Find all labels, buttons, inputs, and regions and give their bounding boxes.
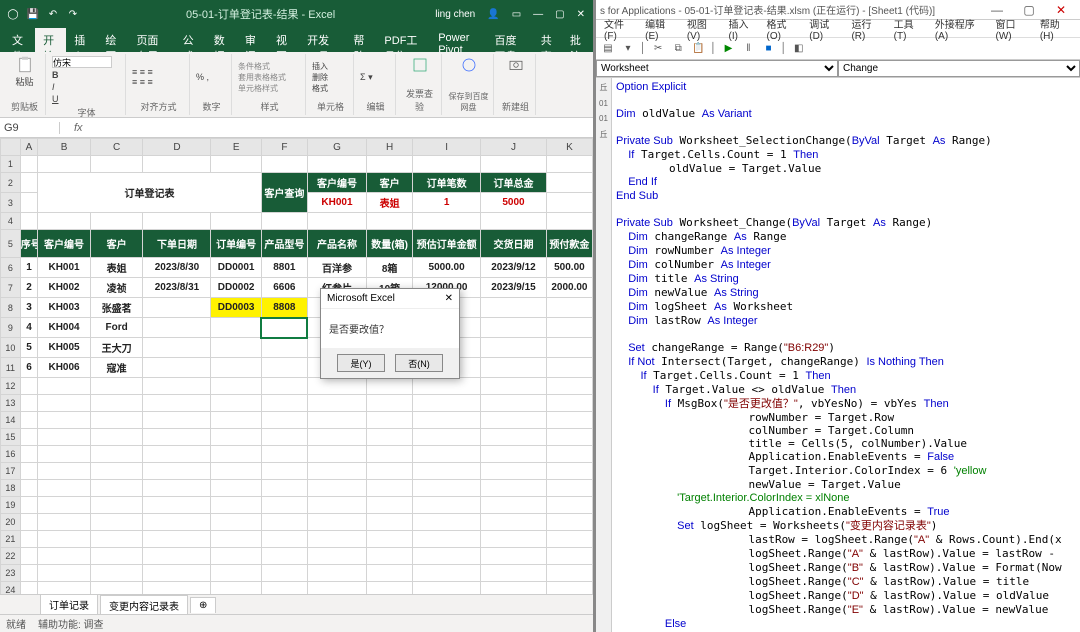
vbe-paste-icon[interactable]: 📋 xyxy=(690,41,706,57)
tab-view[interactable]: 视图 xyxy=(268,28,299,52)
ribbon-body: 粘贴 剪贴板 B I U 字体 ≡ ≡ ≡≡ ≡ ≡ 对齐方式 % , 数字 条… xyxy=(0,52,593,118)
italic-icon[interactable]: I xyxy=(52,82,112,92)
msgbox-no-button[interactable]: 否(N) xyxy=(395,354,443,372)
sheet-tabs: 订单记录 变更内容记录表 ⊕ xyxy=(0,594,593,614)
vbe-menubar: 文件(F) 编辑(E) 视图(V) 插入(I) 格式(O) 调试(D) 运行(R… xyxy=(596,20,1080,38)
msgbox-yes-button[interactable]: 是(Y) xyxy=(337,354,385,372)
font-name-input[interactable] xyxy=(52,56,112,68)
paste-button[interactable]: 粘贴 xyxy=(8,56,41,88)
vbe-save-icon[interactable]: ▾ xyxy=(620,41,636,57)
group-styles: 样式 xyxy=(238,98,301,113)
vbe-close-icon[interactable]: ✕ xyxy=(1046,3,1076,17)
tab-help[interactable]: 帮助 xyxy=(345,28,376,52)
user-name[interactable]: ling chen xyxy=(435,9,475,20)
group-cells: 单元格 xyxy=(312,98,349,113)
group-baidu: 保存到百度网盘 xyxy=(448,89,489,113)
invoice-check-button[interactable] xyxy=(402,56,437,74)
vbe-object-dropdowns: Worksheet Change xyxy=(596,60,1080,78)
tab-formulas[interactable]: 公式 xyxy=(175,28,206,52)
group-invoice: 发票查验 xyxy=(402,85,437,113)
status-bar: 就绪 辅助功能: 调查 xyxy=(0,614,593,632)
msgbox-body: 是否要改值？ xyxy=(321,309,459,348)
vbe-object-select[interactable]: Worksheet xyxy=(596,60,838,77)
tab-draw[interactable]: 绘图 xyxy=(97,28,128,52)
share-button[interactable]: 共享 xyxy=(533,28,562,52)
maximize-icon[interactable]: ▢ xyxy=(555,9,564,20)
vbe-design-icon[interactable]: ◧ xyxy=(791,41,807,57)
name-box[interactable]: G9 xyxy=(0,122,60,134)
vbe-margin: 丘0101丘 xyxy=(596,78,612,632)
sheet-tab-log[interactable]: 变更内容记录表 xyxy=(100,595,188,615)
user-avatar[interactable]: 👤 xyxy=(487,9,499,20)
tab-data[interactable]: 数据 xyxy=(206,28,237,52)
vbe-window: s for Applications - 05-01-订单登记表-结果.xlsm… xyxy=(596,0,1080,632)
vbe-code-pane[interactable]: Option Explicit Dim oldValue As Variant … xyxy=(612,78,1080,632)
vbe-copy-icon[interactable]: ⧉ xyxy=(670,41,686,57)
tab-file[interactable]: 文件 xyxy=(4,28,35,52)
tab-home[interactable]: 开始 xyxy=(35,28,66,52)
spreadsheet-grid[interactable]: ABCDEFGHIJK 12订单登记表客户查询客户编号客户订单笔数订单总金3KH… xyxy=(0,138,593,594)
msgbox-close-icon[interactable]: ✕ xyxy=(445,293,453,304)
ribbon-display-icon[interactable]: ▭ xyxy=(512,9,521,20)
save-icon[interactable]: 💾 xyxy=(26,7,40,21)
group-new: 新建组 xyxy=(500,98,531,113)
msgbox-title: Microsoft Excel xyxy=(327,293,395,304)
vbe-maximize-icon[interactable]: ▢ xyxy=(1014,3,1044,17)
excel-titlebar: ◯ 💾 ↶ ↷ 05-01-订单登记表-结果 - Excel ling chen… xyxy=(0,0,593,28)
vbe-cut-icon[interactable]: ✂ xyxy=(650,41,666,57)
vbe-view-icon[interactable]: ▤ xyxy=(600,41,616,57)
tab-insert[interactable]: 插入 xyxy=(66,28,97,52)
tab-powerpivot[interactable]: Power Pivot xyxy=(430,28,486,52)
vbe-pause-icon[interactable]: ‖ xyxy=(741,41,757,57)
close-icon[interactable]: ✕ xyxy=(577,9,585,20)
tab-baidu[interactable]: 百度网盘 xyxy=(487,28,533,52)
minimize-icon[interactable]: — xyxy=(533,9,543,20)
vbe-run-icon[interactable]: ▶ xyxy=(721,41,737,57)
new-sheet-button[interactable]: ⊕ xyxy=(190,597,216,613)
window-title: 05-01-订单登记表-结果 - Excel xyxy=(86,6,435,22)
ribbon-tabs: 文件 开始 插入 绘图 页面布局 公式 数据 审阅 视图 开发工具 帮助 PDF… xyxy=(0,28,593,52)
group-align: 对齐方式 xyxy=(132,98,185,113)
undo-icon[interactable]: ↶ xyxy=(46,7,60,21)
bold-icon[interactable]: B xyxy=(52,70,112,80)
status-access: 辅助功能: 调查 xyxy=(38,616,104,631)
tab-developer[interactable]: 开发工具 xyxy=(299,28,345,52)
formula-bar: G9 fx xyxy=(0,118,593,138)
tab-layout[interactable]: 页面布局 xyxy=(128,28,174,52)
comments-button[interactable]: 批注 xyxy=(562,28,593,52)
group-edit: 编辑 xyxy=(360,98,391,113)
vbe-toolbar: ▤ ▾│ ✂ ⧉ 📋│ ▶ ‖ ■│ ◧ xyxy=(596,38,1080,60)
excel-window: ◯ 💾 ↶ ↷ 05-01-订单登记表-结果 - Excel ling chen… xyxy=(0,0,596,632)
redo-icon[interactable]: ↷ xyxy=(66,7,80,21)
camera-button[interactable] xyxy=(500,56,531,74)
group-number: 数字 xyxy=(196,98,227,113)
status-ready: 就绪 xyxy=(6,616,26,631)
autosave-toggle[interactable]: ◯ xyxy=(6,7,20,21)
vbe-stop-icon[interactable]: ■ xyxy=(761,41,777,57)
underline-icon[interactable]: U xyxy=(52,94,112,104)
column-headers[interactable]: ABCDEFGHIJK xyxy=(1,139,593,156)
group-font: 字体 xyxy=(52,104,121,119)
vbe-proc-select[interactable]: Change xyxy=(838,60,1080,77)
group-clipboard: 剪贴板 xyxy=(8,98,41,113)
fx-icon[interactable]: fx xyxy=(60,122,97,134)
tab-review[interactable]: 审阅 xyxy=(237,28,268,52)
quick-access-toolbar: ◯ 💾 ↶ ↷ xyxy=(0,7,86,21)
msgbox-dialog: Microsoft Excel ✕ 是否要改值？ 是(Y) 否(N) xyxy=(320,288,460,379)
baidu-save-button[interactable] xyxy=(448,56,489,74)
tab-pdf[interactable]: PDF工具集 xyxy=(376,28,430,52)
vbe-minimize-icon[interactable]: — xyxy=(982,3,1012,17)
sheet-tab-orders[interactable]: 订单记录 xyxy=(40,594,98,616)
